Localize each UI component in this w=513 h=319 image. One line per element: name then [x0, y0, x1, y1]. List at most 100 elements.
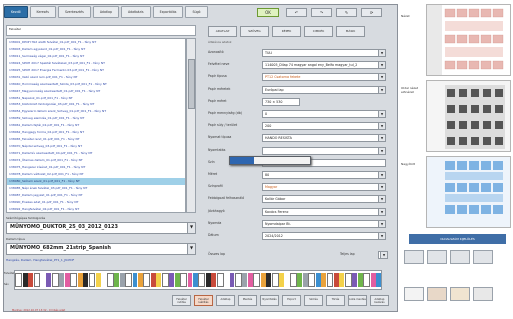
field-input[interactable]: Magyar ▼ — [262, 183, 386, 192]
field-input[interactable]: 200 ▼ — [262, 122, 386, 131]
bottom-button-8[interactable]: Lista mentés — [348, 295, 367, 306]
chevron-down-icon[interactable]: ▼ — [378, 233, 385, 239]
chevron-down-icon[interactable]: ▼ — [378, 208, 385, 215]
chevron-down-icon[interactable]: ▼ — [378, 220, 385, 227]
list-item[interactable]: 138062_Hangjegy forma_02.pdf_001_F1 - fé… — [7, 129, 185, 136]
list-item[interactable]: 138090_Énekes adat_01.pdf_001_F1 - fény … — [7, 199, 185, 206]
chevron-down-icon[interactable]: ▼ — [378, 123, 385, 130]
field-input[interactable]: Nyomdaipar Bt. ▼ — [262, 219, 386, 228]
bottom-button-2[interactable]: Adatlap — [216, 295, 235, 306]
chevron-down-icon[interactable]: ▼ — [378, 147, 385, 154]
list-item[interactable]: 138059_Szöveg elemzés_01.pdf_001_F1 - fé… — [7, 115, 185, 122]
tab-4[interactable]: Adatbázis — [121, 6, 151, 18]
field-input[interactable]: TULI ▼ — [262, 49, 386, 57]
ok-button[interactable]: OK — [257, 8, 279, 17]
tool-slot-8[interactable] — [473, 287, 493, 301]
form-button-1[interactable]: SZÖVEG — [240, 26, 269, 37]
list-item[interactable]: 138070_Népdal szöveg_03.pdf_001_F1 - fén… — [7, 143, 185, 150]
list-item[interactable]: 138078_Dallam változat_02.pdf_001_F1 - f… — [7, 171, 185, 178]
chevron-down-icon[interactable]: ▼ — [378, 196, 385, 203]
list-item[interactable]: 138092_Hangfelvétel_02.pdf_001_F1 - fény… — [7, 206, 185, 213]
bottom-button-5[interactable]: Export — [282, 295, 301, 306]
field-input[interactable]: ▼ — [262, 146, 386, 155]
chevron-down-icon[interactable]: ▼ — [187, 244, 195, 254]
field-input[interactable]: HANDO RESISTA ▼ — [262, 134, 386, 143]
tool-slot-2[interactable] — [427, 250, 447, 264]
chevron-down-icon[interactable]: ▼ — [187, 223, 195, 233]
field-input[interactable]: Kollár Gábor ▼ — [262, 195, 386, 204]
list-item[interactable]: 138061_Dallam fajtái_02.pdf_001_F1 - fén… — [7, 122, 185, 129]
tab-1[interactable]: Keresés — [29, 6, 56, 18]
tab-2[interactable]: Szerkesztés — [57, 6, 91, 18]
list-item[interactable]: 138001_DPOH föld alatti felvétel_01.pdf_… — [7, 39, 185, 46]
chevron-down-icon[interactable]: ▼ — [378, 135, 385, 142]
list-item[interactable]: 138047_Magyarország szerkesztett_01.pdf_… — [7, 88, 185, 95]
list-item[interactable]: 138071_Dallamív szerkesztett_04.pdf_001_… — [7, 150, 185, 157]
field-input[interactable]: 2024/2012 ▼ — [262, 232, 386, 240]
field-input[interactable]: 0 ▼ — [262, 110, 386, 118]
bottom-right-dropdown[interactable]: ▼ — [378, 251, 388, 259]
list-item[interactable]: 138025_SPOH 2017 Energia Fermento 03.pdf… — [7, 67, 185, 74]
bottom-button-9[interactable]: Adatlap bezárás — [370, 295, 389, 306]
bottom-button-6[interactable]: Szűrés — [304, 295, 323, 306]
chevron-down-icon[interactable]: ▼ — [380, 252, 387, 258]
bottom-button-1[interactable]: Felvétel leállítás — [194, 295, 213, 306]
list-scrollbar[interactable] — [186, 38, 196, 213]
edit-button[interactable]: ✎ — [336, 8, 357, 17]
refresh-button[interactable]: ⟳ — [361, 8, 382, 17]
preview-page-2[interactable] — [426, 80, 511, 152]
list-item[interactable]: 138024_SPOH 2017 Spektál felvételek_03.p… — [7, 60, 185, 67]
color-strip[interactable] — [14, 270, 382, 290]
scrollbar-thumb[interactable] — [188, 59, 195, 109]
preview-page-1[interactable] — [426, 4, 511, 76]
tab-0[interactable]: Kezdő — [4, 6, 28, 18]
field-input[interactable]: PT12 Csatorna fekete ▼ — [262, 73, 386, 82]
tool-slot-1[interactable] — [404, 250, 424, 264]
form-button-2[interactable]: KÉPEK — [272, 26, 301, 37]
list-item[interactable]: 138040_Hommaság szerkesztett_Szöda_03.pd… — [7, 81, 185, 88]
preview-page-3[interactable] — [426, 156, 511, 228]
list-item[interactable]: 138051_Napszok_01.pdf_001_F1 - fény NT — [7, 95, 185, 102]
tool-slot-5[interactable] — [404, 287, 424, 301]
redo-button[interactable]: ↷ — [311, 8, 332, 17]
chevron-down-icon[interactable]: ▼ — [378, 111, 385, 117]
list-item[interactable]: 138075_Hangszer kíséret_01.pdf_001_F1 - … — [7, 164, 185, 171]
chevron-down-icon[interactable]: ▼ — [378, 50, 385, 56]
field-input[interactable]: 730 × 530 — [262, 97, 300, 106]
form-button-3[interactable]: CIMKÉK — [304, 26, 333, 37]
list-item[interactable]: 138087_Dallam jegyzet_01.pdf_001_F1 - fé… — [7, 192, 185, 199]
record-list[interactable]: 138001_DPOH föld alatti felvétel_01.pdf_… — [6, 38, 186, 213]
form-button-4[interactable]: MÁSIK — [336, 26, 365, 37]
tab-6[interactable]: Súgó — [185, 6, 208, 18]
tool-slot-6[interactable] — [427, 287, 447, 301]
list-item[interactable]: 138074_Ütemes dallam_01.pdf_001_F1 - fén… — [7, 157, 185, 164]
form-button-0[interactable]: ADATLAP — [208, 26, 237, 37]
field-input[interactable]: Európai lap ▼ — [262, 85, 386, 94]
list-item[interactable]: 138065_Felvétel rend_01.pdf_001_F1 - fén… — [7, 136, 185, 143]
side-tab-preview[interactable]: Oldal nézet előnézet — [401, 86, 425, 94]
bottom-button-0[interactable]: Felvétel indítás — [172, 295, 191, 306]
tool-slot-4[interactable] — [473, 250, 493, 264]
bottom-button-7[interactable]: Törlés — [326, 295, 345, 306]
chevron-down-icon[interactable]: ▼ — [378, 62, 385, 69]
field-input[interactable]: 114005_Dilap 74 magyar angol eny_Belfo m… — [262, 61, 386, 70]
undo-button[interactable]: ↶ — [286, 8, 307, 17]
type-combo[interactable]: MÜNYOMO_682mm_21strip_Spanish ▼ — [6, 243, 196, 255]
chevron-down-icon[interactable]: ▼ — [378, 86, 385, 93]
chevron-down-icon[interactable]: ▼ — [378, 184, 385, 191]
processing-combo[interactable]: MÜNYOMO_DUKTOR_25_03_2012_0123 ▼ — [6, 222, 196, 234]
chevron-down-icon[interactable]: ▼ — [378, 172, 385, 178]
tab-3[interactable]: Adatlap — [92, 6, 120, 18]
tool-slot-7[interactable] — [450, 287, 470, 301]
chevron-down-icon[interactable]: ▼ — [378, 74, 385, 81]
bottom-button-4[interactable]: Nyomtatás — [260, 295, 279, 306]
list-item[interactable]: 138031_Valló szerű lem.pdf_001_F1 - fény… — [7, 74, 185, 81]
side-tab-zoom[interactable]: Nagyított — [401, 162, 425, 166]
list-item[interactable]: 138080_Szólam szerk_01.pdf_001_F1 - fény… — [7, 177, 185, 185]
page-select-button[interactable]: OLDALSZÁM KIJELÖLÉS — [409, 234, 506, 244]
list-item[interactable]: 138085_Népi ének felvétel_03.pdf_001_F1 … — [7, 185, 185, 192]
tab-5[interactable]: Exportálás — [152, 6, 184, 18]
list-item[interactable]: 138011_Sarmaság végei_02.pdf_001_F1 - fé… — [7, 53, 185, 60]
list-item[interactable]: 138053_Különböző feldolgozási_03.pdf_001… — [7, 101, 185, 108]
field-input[interactable]: Kovács Ferenc ▼ — [262, 207, 386, 216]
